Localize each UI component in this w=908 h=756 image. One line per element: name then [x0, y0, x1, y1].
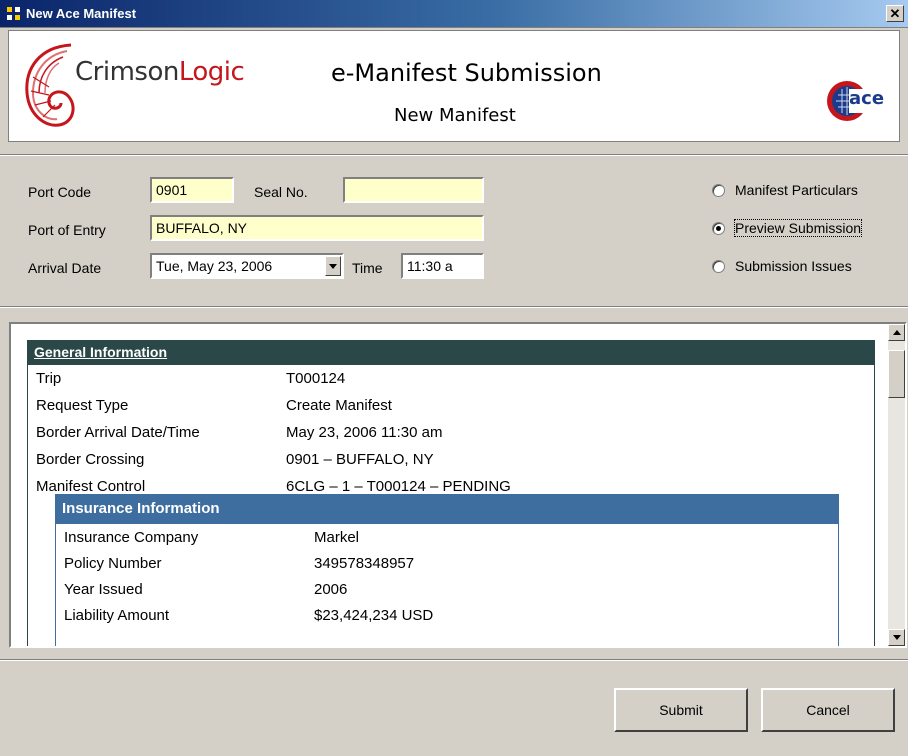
info-row-value: T000124 [286, 370, 346, 387]
info-row: Insurance Company Markel [56, 524, 838, 550]
divider [0, 306, 908, 308]
scroll-up-icon[interactable] [888, 324, 905, 341]
port-code-input[interactable]: 0901 [150, 177, 234, 203]
app-icon [7, 7, 20, 20]
info-row-value: Create Manifest [286, 397, 392, 414]
radio-label: Manifest Particulars [735, 182, 858, 198]
radio-label: Preview Submission [733, 219, 863, 237]
info-row-key: Border Crossing [36, 451, 145, 468]
page-title: e-Manifest Submission [331, 59, 602, 87]
header-banner: CrimsonLogic e-Manifest Submission New M… [8, 30, 900, 142]
submit-button[interactable]: Submit [614, 688, 748, 732]
insurance-information-section: Insurance Information Insurance Company M… [55, 494, 839, 646]
ace-logo-text: ace [849, 88, 885, 109]
port-of-entry-input[interactable]: BUFFALO, NY [150, 215, 484, 241]
seal-number-input[interactable] [343, 177, 484, 203]
info-row-key: Manifest Control [36, 478, 146, 495]
page-subtitle: New Manifest [394, 105, 516, 126]
info-row-value: 349578348957 [314, 554, 415, 572]
radio-dot [712, 183, 725, 197]
radio-preview-submission[interactable]: Preview Submission [712, 219, 863, 237]
radio-dot-selected [712, 221, 725, 235]
info-row: Border Crossing 0901 – BUFFALO, NY [28, 446, 874, 473]
info-row-key: Policy Number [64, 554, 162, 572]
info-row-key: Insurance Company [64, 528, 199, 546]
info-row: Liability Amount $23,424,234 USD [56, 602, 838, 628]
port-of-entry-label: Port of Entry [28, 222, 106, 238]
insurance-information-heading: Insurance Information [56, 495, 838, 524]
title-bar: New Ace Manifest ✕ [0, 0, 908, 28]
time-label: Time [352, 260, 383, 276]
window-title: New Ace Manifest [26, 6, 137, 21]
divider [0, 154, 908, 156]
info-row: Trip T000124 [28, 365, 874, 392]
radio-dot [712, 259, 725, 273]
info-row-key: Trip [36, 370, 62, 387]
arrival-date-picker[interactable]: Tue, May 23, 2006 [150, 253, 344, 279]
nautilus-shell-icon [25, 43, 75, 127]
info-row-value: Markel [314, 528, 360, 546]
info-row-key: Request Type [36, 397, 129, 414]
arrival-date-label: Arrival Date [28, 260, 102, 276]
crimsonlogic-logo: CrimsonLogic [19, 35, 309, 135]
chevron-down-icon[interactable] [325, 256, 341, 276]
info-row-value: 6CLG – 1 – T000124 – PENDING [286, 478, 511, 495]
info-row: Policy Number 349578348957 [56, 550, 838, 576]
cancel-button[interactable]: Cancel [761, 688, 895, 732]
divider [0, 659, 908, 661]
vertical-scrollbar[interactable] [888, 324, 905, 646]
info-row-key: Liability Amount [64, 606, 170, 624]
info-row: Request Type Create Manifest [28, 392, 874, 419]
arrival-date-value: Tue, May 23, 2006 [156, 258, 273, 274]
brand-name: CrimsonLogic [75, 57, 245, 87]
radio-submission-issues[interactable]: Submission Issues [712, 258, 852, 274]
brand-name-part2: Logic [178, 57, 245, 87]
general-information-heading[interactable]: General Information [28, 341, 874, 365]
seal-number-label: Seal No. [254, 184, 308, 200]
radio-label: Submission Issues [735, 258, 852, 274]
info-row-value: $23,424,234 USD [314, 606, 434, 624]
info-row-value: 0901 – BUFFALO, NY [286, 451, 434, 468]
info-row-value: May 23, 2006 11:30 am [286, 424, 443, 441]
radio-manifest-particulars[interactable]: Manifest Particulars [712, 182, 858, 198]
insurance-information-rows: Insurance Company Markel Policy Number 3495… [56, 524, 838, 628]
info-row-key: Border Arrival Date/Time [36, 424, 200, 441]
info-row: Year Issued 2006 [56, 576, 838, 602]
ace-logo: ace [825, 79, 887, 123]
time-input[interactable]: 11:30 a [401, 253, 484, 279]
preview-pane[interactable]: General Information Trip T000124 Request T… [9, 322, 907, 648]
brand-name-part1: Crimson [75, 57, 179, 87]
info-row-key: Year Issued [64, 580, 143, 598]
scroll-down-icon[interactable] [888, 629, 905, 646]
general-information-rows: Trip T000124 Request Type Create Manifest Bo… [28, 365, 874, 500]
port-code-label: Port Code [28, 184, 92, 200]
info-row: Border Arrival Date/Time May 23, 2006 11:… [28, 419, 874, 446]
info-row-value: 2006 [314, 580, 348, 598]
close-icon: ✕ [889, 6, 901, 21]
close-button[interactable]: ✕ [886, 5, 904, 22]
scroll-thumb[interactable] [888, 350, 905, 398]
